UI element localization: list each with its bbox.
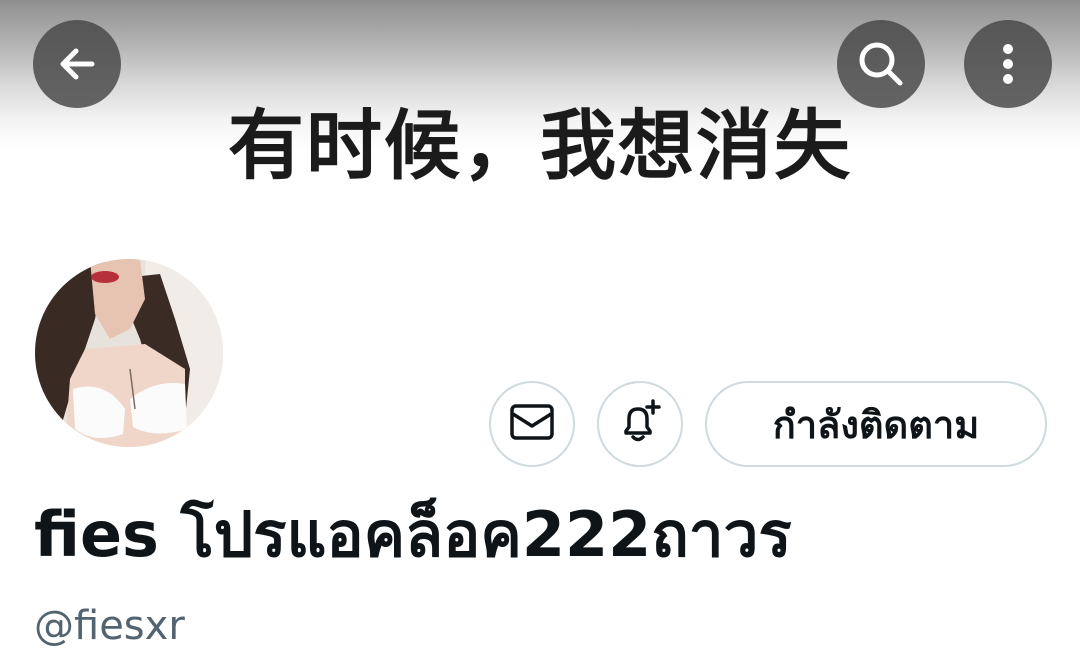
back-button[interactable] [33,20,121,108]
message-button[interactable] [489,381,575,467]
mail-icon [509,402,555,446]
display-name: fies โปรแอคล็อค222ถาวร [34,498,792,571]
more-vertical-icon [998,39,1018,89]
user-handle: @fiesxr [34,603,185,649]
notification-button[interactable] [597,381,683,467]
more-options-button[interactable] [964,20,1052,108]
arrow-left-icon [52,39,102,89]
search-icon [854,37,908,91]
profile-screen: 有时候，我想消失 กำลังติดตาม fies โปรแอคล็อค222ถ… [0,0,1080,669]
following-button[interactable]: กำลังติดตาม [705,381,1047,467]
banner-text: 有时候，我想消失 [228,101,852,190]
avatar[interactable] [33,257,225,449]
search-button[interactable] [837,20,925,108]
bell-plus-icon [615,397,665,451]
profile-banner[interactable]: 有时候，我想消失 [0,0,1080,238]
